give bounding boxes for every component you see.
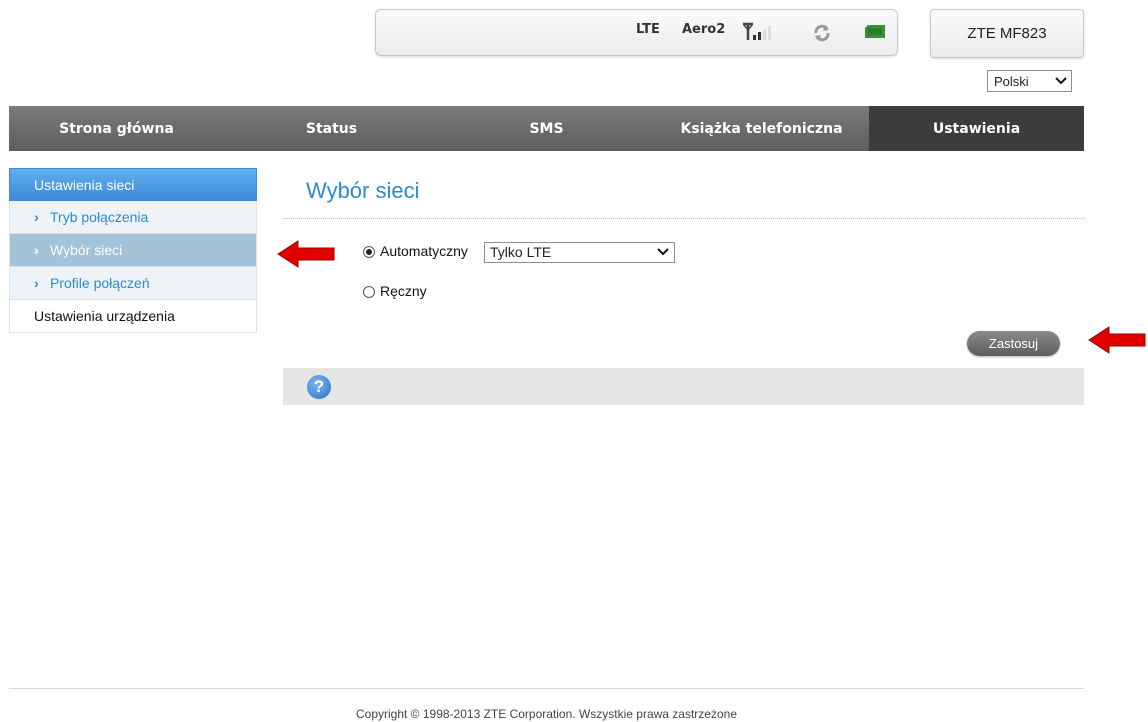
settings-sidebar: Ustawienia sieci › Tryb połączenia › Wybór…: [9, 168, 257, 333]
sidebar-item-device-settings[interactable]: Ustawienia urządzenia: [9, 300, 257, 333]
sim-card-icon: [865, 25, 885, 38]
help-bar: ?: [283, 368, 1084, 405]
device-model-label: ZTE MF823: [967, 25, 1047, 42]
manual-radio[interactable]: [363, 286, 375, 298]
sidebar-item-label: Profile połączeń: [50, 275, 150, 291]
status-bar: LTE Aero2: [375, 9, 898, 56]
language-select[interactable]: Polski: [987, 70, 1072, 92]
sidebar-item-label: Wybór sieci: [50, 242, 123, 258]
nav-status[interactable]: Status: [224, 106, 439, 151]
sync-icon: [814, 24, 830, 42]
signal-strength-icon: [743, 22, 771, 40]
nav-label: Książka telefoniczna: [680, 120, 843, 137]
sidebar-item-label: Tryb połączenia: [50, 209, 149, 225]
footer-divider: [9, 688, 1084, 689]
nav-strona-glowna[interactable]: Strona główna: [9, 106, 224, 151]
sidebar-item-label: Ustawienia urządzenia: [34, 308, 175, 324]
chevron-right-icon: ›: [34, 209, 39, 225]
operator-label: Aero2: [682, 22, 726, 37]
nav-ksiazka-telefoniczna[interactable]: Książka telefoniczna: [654, 106, 869, 151]
automatic-radio[interactable]: [363, 246, 375, 258]
help-icon[interactable]: ?: [307, 375, 331, 399]
chevron-right-icon: ›: [34, 275, 39, 291]
nav-label: Status: [305, 120, 358, 137]
nav-sms[interactable]: SMS: [439, 106, 654, 151]
annotation-arrow-icon: [277, 240, 335, 268]
sidebar-item-network-selection[interactable]: › Wybór sieci: [9, 234, 257, 267]
automatic-label: Automatyczny: [380, 243, 468, 259]
page-title: Wybór sieci: [306, 178, 420, 203]
nav-ustawienia[interactable]: Ustawienia: [869, 106, 1084, 151]
footer-copyright: Copyright © 1998-2013 ZTE Corporation. W…: [355, 707, 737, 721]
network-mode-select-value: Tylko LTE: [490, 244, 552, 260]
main-nav: Strona główna Status SMS Książka telefon…: [9, 106, 1084, 151]
network-type-label: LTE: [636, 22, 660, 37]
sidebar-header-label: Ustawienia sieci: [34, 177, 135, 193]
network-mode-select[interactable]: Tylko LTE: [484, 242, 675, 263]
chevron-down-icon: [657, 248, 669, 256]
apply-button-label: Zastosuj: [988, 336, 1039, 351]
title-divider: [283, 218, 1084, 219]
language-select-value: Polski: [994, 74, 1029, 89]
nav-label: SMS: [529, 120, 564, 137]
annotation-arrow-icon: [1088, 326, 1146, 354]
sidebar-item-connection-profiles[interactable]: › Profile połączeń: [9, 267, 257, 300]
sidebar-item-connection-mode[interactable]: › Tryb połączenia: [9, 201, 257, 234]
nav-label: Strona główna: [59, 120, 174, 137]
sidebar-header-network-settings[interactable]: Ustawienia sieci: [9, 168, 257, 201]
apply-button[interactable]: Zastosuj: [967, 331, 1060, 356]
chevron-down-icon: [1055, 77, 1067, 85]
chevron-right-icon: ›: [34, 242, 39, 258]
nav-label: Ustawienia: [932, 120, 1021, 137]
device-model-box: ZTE MF823: [930, 9, 1084, 58]
manual-label: Ręczny: [380, 283, 427, 299]
